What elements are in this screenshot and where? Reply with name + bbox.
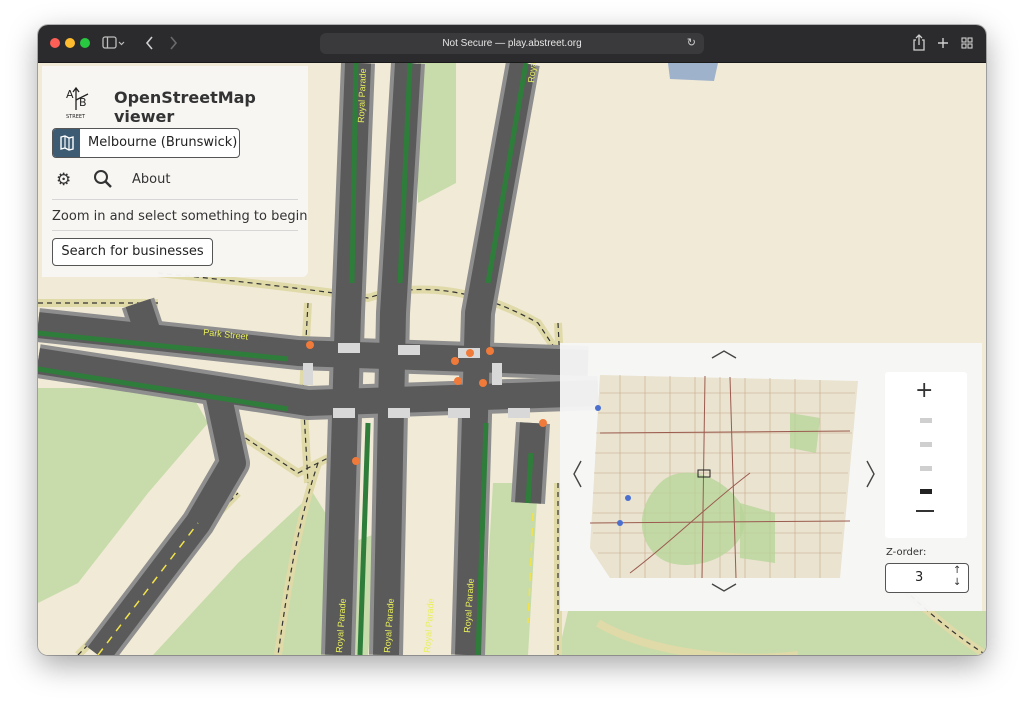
pan-up-chevron-icon[interactable] <box>710 345 738 366</box>
map-name-label: Melbourne (Brunswick) <box>88 135 238 150</box>
zoom-window-button[interactable] <box>80 38 90 48</box>
new-tab-icon[interactable] <box>936 33 950 59</box>
zoom-level-2[interactable] <box>920 442 932 447</box>
water-area <box>668 63 718 81</box>
reload-icon[interactable]: ↻ <box>687 33 696 54</box>
minimize-window-button[interactable] <box>65 38 75 48</box>
app-title: OpenStreetMap viewer <box>114 88 256 126</box>
zoom-in-icon[interactable]: + <box>915 378 933 403</box>
zoom-level-4[interactable] <box>920 489 932 494</box>
browser-toolbar: Not Secure — play.abstreet.org ↻ <box>38 25 986 63</box>
search-icon[interactable] <box>92 168 114 190</box>
close-window-button[interactable] <box>50 38 60 48</box>
map-icon <box>53 129 80 157</box>
pan-left-chevron-icon[interactable] <box>570 459 584 494</box>
street-label-royal-parade: Royal Parade <box>356 68 368 123</box>
share-icon[interactable] <box>912 33 926 59</box>
abstreet-logo: A B STREET <box>64 80 96 120</box>
address-bar[interactable]: Not Secure — play.abstreet.org ↻ <box>320 33 704 54</box>
zoom-level-1[interactable] <box>920 418 932 423</box>
divider <box>52 230 298 231</box>
zoom-out-icon[interactable] <box>916 510 934 512</box>
browser-window: Not Secure — play.abstreet.org ↻ Park St… <box>38 25 986 655</box>
forward-arrow-icon[interactable] <box>167 33 179 59</box>
tab-overview-icon[interactable] <box>960 33 974 59</box>
minimap-overview[interactable] <box>590 373 860 578</box>
viewer-panel: A B STREET OpenStreetMap viewer Melbourn… <box>42 66 308 277</box>
zoom-controls: + <box>885 372 967 538</box>
pan-right-chevron-icon[interactable] <box>864 459 878 494</box>
change-map-button[interactable]: Melbourne (Brunswick) <box>52 128 240 158</box>
settings-gear-icon[interactable]: ⚙ <box>56 170 71 190</box>
search-businesses-button[interactable]: Search for businesses <box>52 238 213 266</box>
sidebar-toggle-icon[interactable] <box>102 33 126 59</box>
zoom-level-3[interactable] <box>920 466 932 471</box>
z-order-spinner[interactable]: 3 ↑ ↓ <box>885 563 969 593</box>
minimap-panel: + Z-order: 3 ↑ ↓ <box>560 343 982 611</box>
svg-text:A: A <box>66 88 74 101</box>
map-canvas[interactable]: Park Street Royal Parade Royal Parade Ro… <box>38 63 986 655</box>
pan-down-chevron-icon[interactable] <box>710 579 738 600</box>
back-arrow-icon[interactable] <box>144 33 156 59</box>
address-text: Not Secure — play.abstreet.org <box>442 38 582 49</box>
z-order-label: Z-order: <box>886 547 927 558</box>
spinner-arrows-icon[interactable]: ↑ ↓ <box>953 565 961 589</box>
about-link[interactable]: About <box>132 172 170 187</box>
selection-hint: Zoom in and select something to begin <box>52 209 308 224</box>
z-order-value: 3 <box>915 570 924 585</box>
divider <box>52 199 298 200</box>
svg-text:STREET: STREET <box>66 114 86 120</box>
